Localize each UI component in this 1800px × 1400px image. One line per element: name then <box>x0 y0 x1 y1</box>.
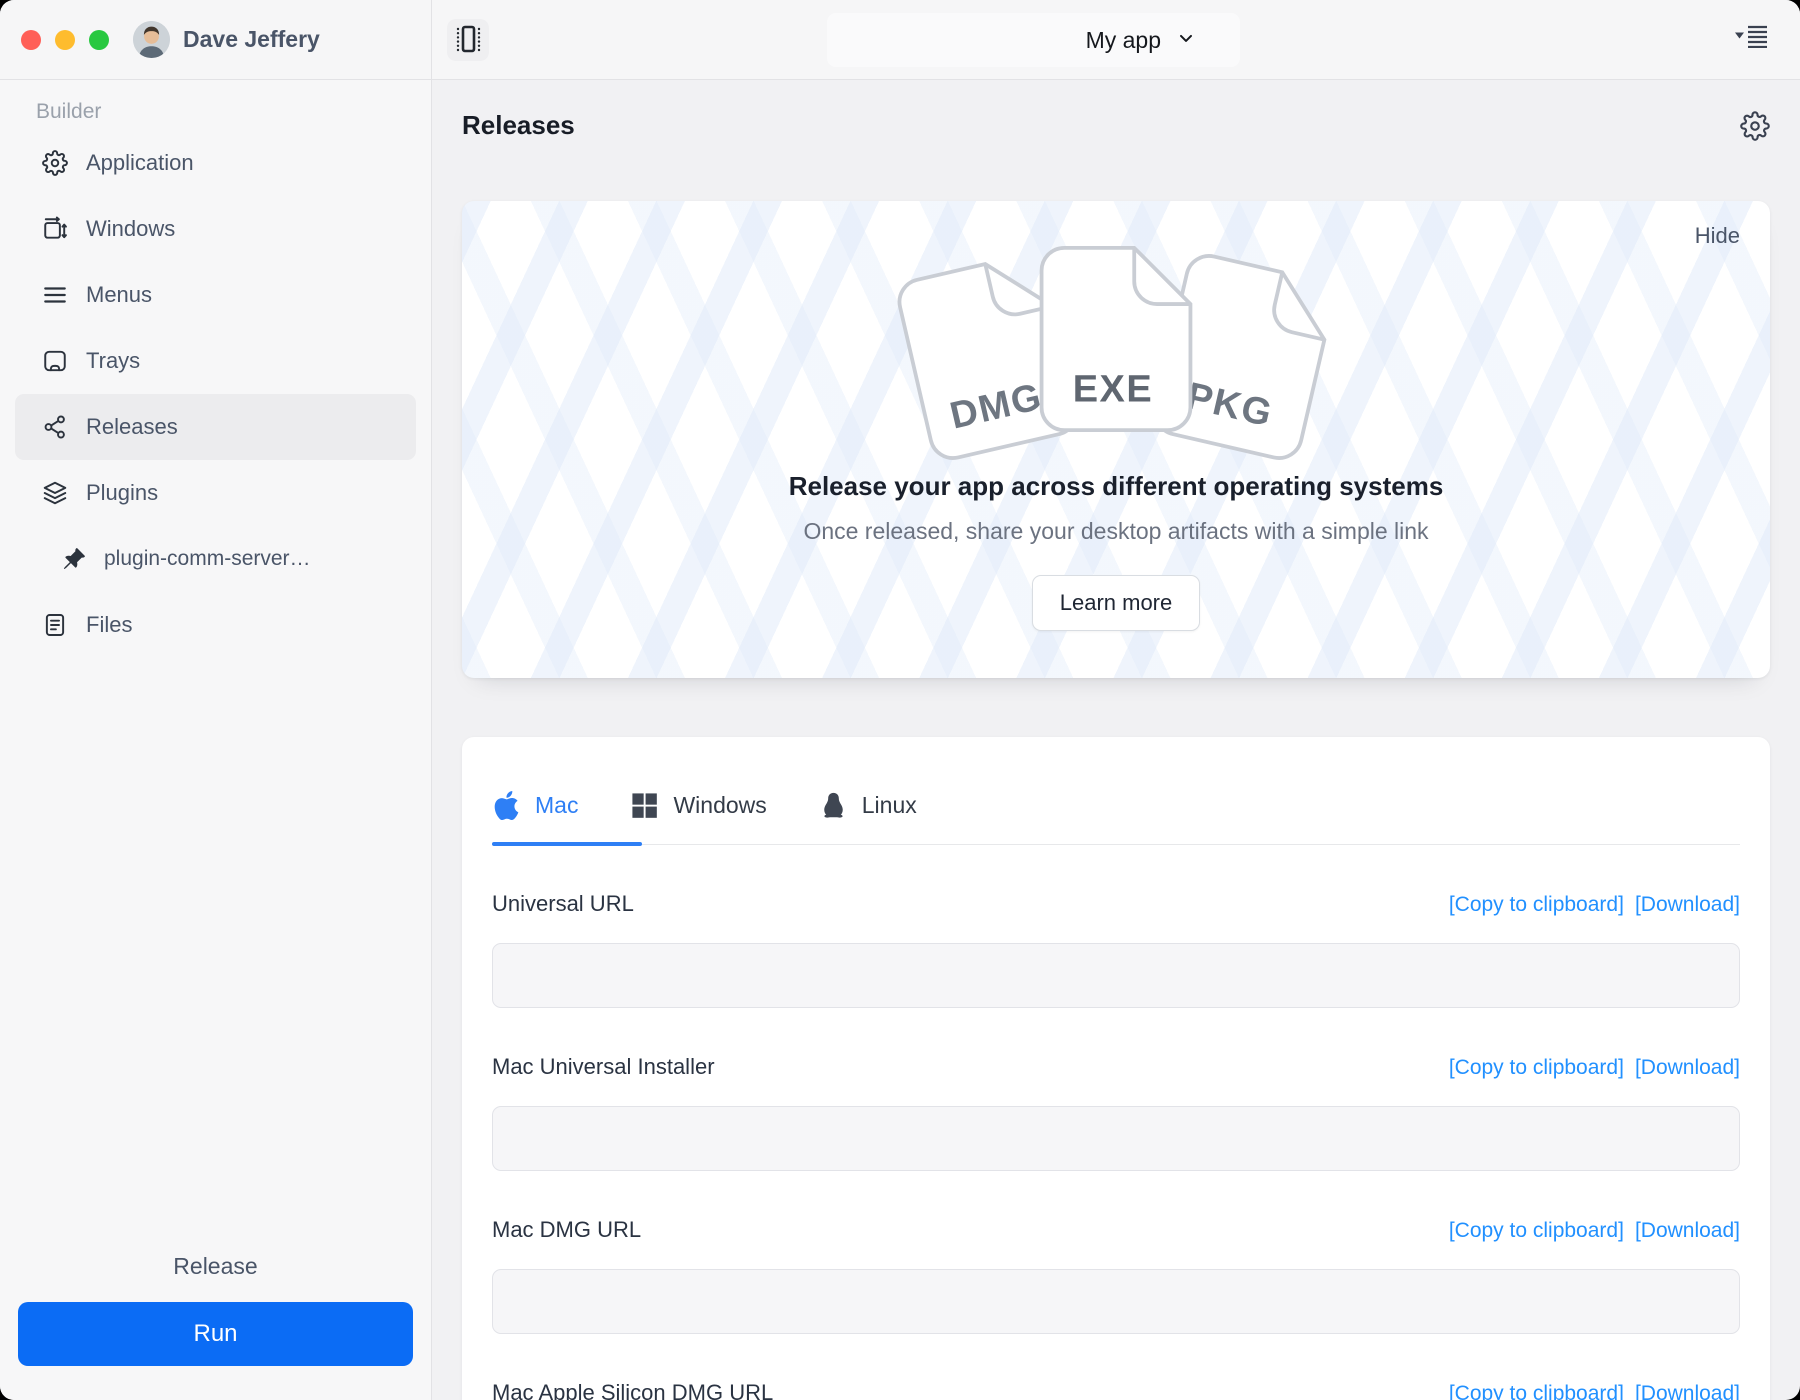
settings-button[interactable] <box>1740 111 1770 141</box>
tab-windows[interactable]: Windows <box>630 791 766 820</box>
pin-icon <box>62 547 86 571</box>
share-icon <box>42 414 68 440</box>
copy-to-clipboard-link[interactable]: [Copy to clipboard] <box>1449 893 1624 917</box>
sidebar-item-label: Application <box>86 150 194 176</box>
field-mac-apple-silicon-dmg-url: Mac Apple Silicon DMG URL [Copy to clipb… <box>492 1380 1740 1400</box>
learn-more-button[interactable]: Learn more <box>1032 575 1201 631</box>
window-resize-icon <box>42 216 68 242</box>
field-mac-universal-installer: Mac Universal Installer [Copy to clipboa… <box>492 1054 1740 1171</box>
gear-icon <box>42 150 68 176</box>
field-label: Mac Universal Installer <box>492 1054 715 1080</box>
banner-subheading: Once released, share your desktop artifa… <box>462 518 1770 545</box>
menu-lines-icon <box>42 282 68 308</box>
layers-icon <box>42 480 68 506</box>
sidebar-item-application[interactable]: Application <box>15 130 416 196</box>
close-window-button[interactable] <box>21 30 41 50</box>
field-mac-dmg-url: Mac DMG URL [Copy to clipboard] [Downloa… <box>492 1217 1740 1334</box>
field-label: Mac DMG URL <box>492 1217 641 1243</box>
tab-label: Windows <box>673 792 766 819</box>
download-link[interactable]: [Download] <box>1635 893 1740 917</box>
sidebar-item-label: Releases <box>86 414 178 440</box>
titlebar: Dave Jeffery My app <box>0 0 1800 80</box>
titlebar-main: My app <box>432 0 1800 79</box>
chevron-down-icon <box>1176 28 1196 53</box>
tray-icon <box>42 348 68 374</box>
field-label: Universal URL <box>492 891 634 917</box>
minimize-window-button[interactable] <box>55 30 75 50</box>
download-link[interactable]: [Download] <box>1635 1219 1740 1243</box>
active-tab-underline <box>492 842 642 846</box>
tab-mac[interactable]: Mac <box>492 791 578 820</box>
sidebar-item-label: Windows <box>86 216 175 242</box>
field-label: Mac Apple Silicon DMG URL <box>492 1380 773 1400</box>
sidebar: Builder Application <box>0 80 432 1400</box>
release-label: Release <box>18 1253 413 1280</box>
window-menu-button[interactable] <box>1734 24 1770 53</box>
tab-linux[interactable]: Linux <box>819 791 917 820</box>
release-banner: Hide DMG EXE <box>462 201 1770 678</box>
hide-banner-link[interactable]: Hide <box>1695 223 1740 249</box>
copy-to-clipboard-link[interactable]: [Copy to clipboard] <box>1449 1219 1624 1243</box>
file-badges: DMG EXE PKG <box>462 243 1770 453</box>
svg-text:EXE: EXE <box>1073 368 1154 410</box>
sidebar-section-label: Builder <box>36 100 431 124</box>
avatar[interactable] <box>133 21 170 58</box>
app-window: Dave Jeffery My app <box>0 0 1800 1400</box>
tab-label: Mac <box>535 792 578 819</box>
sidebar-item-trays[interactable]: Trays <box>15 328 416 394</box>
sidebar-item-files[interactable]: Files <box>15 592 416 658</box>
download-link[interactable]: [Download] <box>1635 1056 1740 1080</box>
banner-heading: Release your app across different operat… <box>462 471 1770 502</box>
sidebar-item-windows[interactable]: Windows <box>15 196 416 262</box>
sidebar-item-label: plugin-comm-server… <box>104 547 311 571</box>
window-controls <box>21 30 109 50</box>
mac-dmg-url-input[interactable] <box>492 1269 1740 1334</box>
run-button[interactable]: Run <box>18 1302 413 1366</box>
linux-penguin-icon <box>819 791 848 820</box>
sidebar-nav: Application Windows <box>0 130 431 658</box>
zoom-window-button[interactable] <box>89 30 109 50</box>
content-header: Releases <box>462 110 1770 141</box>
app-selector-label: My app <box>1086 27 1161 54</box>
app-selector[interactable]: My app <box>827 13 1240 67</box>
sidebar-item-menus[interactable]: Menus <box>15 262 416 328</box>
sidebar-item-label: Menus <box>86 282 152 308</box>
sidebar-toggle-icon <box>448 19 488 62</box>
sidebar-footer: Release Run <box>0 1253 431 1400</box>
sidebar-toggle-button[interactable] <box>447 19 489 61</box>
body: Builder Application <box>0 80 1800 1400</box>
download-link[interactable]: [Download] <box>1635 1382 1740 1400</box>
sidebar-item-releases[interactable]: Releases <box>15 394 416 460</box>
exe-file-icon: EXE <box>1037 243 1195 435</box>
release-card: Mac Windows Linux <box>462 737 1770 1400</box>
file-icon <box>42 612 68 638</box>
copy-to-clipboard-link[interactable]: [Copy to clipboard] <box>1449 1382 1624 1400</box>
copy-to-clipboard-link[interactable]: [Copy to clipboard] <box>1449 1056 1624 1080</box>
field-universal-url: Universal URL [Copy to clipboard] [Downl… <box>492 891 1740 1008</box>
page-title: Releases <box>462 110 575 141</box>
sidebar-item-label: Plugins <box>86 480 158 506</box>
platform-tabs: Mac Windows Linux <box>492 791 1740 845</box>
user-name: Dave Jeffery <box>183 26 320 53</box>
universal-url-input[interactable] <box>492 943 1740 1008</box>
windows-icon <box>630 791 659 820</box>
main-content: Releases Hide DMG <box>432 80 1800 1400</box>
apple-icon <box>492 791 521 820</box>
tab-label: Linux <box>862 792 917 819</box>
titlebar-left: Dave Jeffery <box>0 0 432 79</box>
sidebar-item-label: Files <box>86 612 132 638</box>
menu-caret-icon <box>1734 35 1770 52</box>
mac-universal-installer-input[interactable] <box>492 1106 1740 1171</box>
sidebar-item-plugin-comm-server[interactable]: plugin-comm-server… <box>15 526 416 592</box>
account-button[interactable]: Dave Jeffery <box>133 21 320 58</box>
sidebar-item-label: Trays <box>86 348 140 374</box>
gear-icon <box>1740 129 1770 144</box>
sidebar-item-plugins[interactable]: Plugins <box>15 460 416 526</box>
